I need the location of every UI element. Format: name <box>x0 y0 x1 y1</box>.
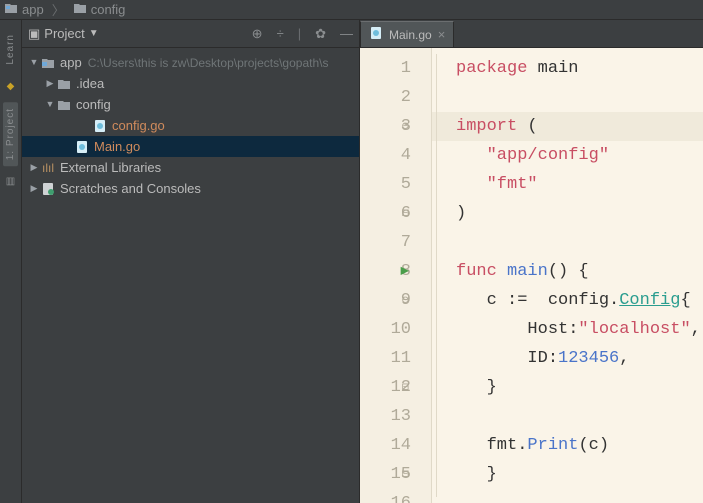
expand-arrow-icon[interactable] <box>28 183 40 194</box>
tree-node-label: .idea <box>76 76 104 91</box>
line-number: 1 <box>360 54 411 83</box>
tree-node-main-go[interactable]: Main.go <box>22 136 359 157</box>
tree-node-idea[interactable]: .idea <box>22 73 359 94</box>
tool-project[interactable]: 1: Project <box>3 102 18 166</box>
tool-learn-icon[interactable]: ◆ <box>7 81 15 92</box>
tool-strip: Learn ◆ 1: Project ▥ <box>0 20 22 503</box>
line-number: 8▶ <box>360 257 411 286</box>
line-number: 2 <box>360 83 411 112</box>
expand-arrow-icon[interactable] <box>28 162 40 173</box>
go-file-icon <box>74 139 90 155</box>
project-icon: ▣ <box>28 26 40 42</box>
fold-end-icon[interactable]: ⊟ <box>402 460 409 489</box>
tool-learn[interactable]: Learn <box>5 28 16 71</box>
close-icon[interactable]: × <box>438 27 446 42</box>
line-number: 16 <box>360 489 411 503</box>
run-icon[interactable]: ▶ <box>401 257 409 286</box>
fold-icon[interactable]: ⊖ <box>402 112 409 141</box>
gear-icon[interactable]: ✿ <box>315 26 326 42</box>
tree-node-label: Main.go <box>94 139 140 154</box>
tree-node-config-go[interactable]: config.go <box>22 115 359 136</box>
breadcrumb-item[interactable]: app <box>22 2 44 17</box>
breadcrumb-item[interactable]: config <box>91 2 126 17</box>
editor-area: Main.go × 1 2 3⊖ 4 5 6⊟ 7 8▶ 9⊖ 10 11 12… <box>360 20 703 503</box>
line-number: 4 <box>360 141 411 170</box>
tree-node-label: config <box>76 97 111 112</box>
module-icon <box>40 55 56 71</box>
scratches-icon <box>40 181 56 197</box>
line-number: 9⊖ <box>360 286 411 315</box>
tree-node-label: config.go <box>112 118 165 133</box>
tree-node-path: C:\Users\this is zw\Desktop\projects\gop… <box>88 56 329 70</box>
tree-external-libraries[interactable]: ılıl External Libraries <box>22 157 359 178</box>
project-panel-title[interactable]: Project <box>44 26 84 41</box>
tree-node-label: Scratches and Consoles <box>60 181 201 196</box>
module-icon <box>4 2 18 17</box>
chevron-down-icon[interactable]: ▼ <box>89 28 99 39</box>
tree-node-label: app <box>60 55 82 70</box>
library-icon: ılıl <box>40 160 56 176</box>
collapse-icon[interactable]: ÷ <box>277 26 284 41</box>
project-panel: ▣ Project ▼ ⊕ ÷ | ✿ — app C:\Users\this … <box>22 20 360 503</box>
line-number: 14 <box>360 431 411 460</box>
editor-tab-label: Main.go <box>389 28 432 42</box>
code-body[interactable]: package main import ( "app/config" "fmt"… <box>432 48 703 503</box>
expand-arrow-icon[interactable] <box>44 99 56 110</box>
tool-structure-icon[interactable]: ▥ <box>6 176 15 187</box>
project-tree: app C:\Users\this is zw\Desktop\projects… <box>22 48 359 203</box>
breadcrumb-separator: 〉 <box>52 0 65 19</box>
hide-icon[interactable]: — <box>340 26 353 41</box>
editor-tab[interactable]: Main.go × <box>360 21 454 47</box>
line-number: 5 <box>360 170 411 199</box>
line-number: 13 <box>360 402 411 431</box>
line-number: 6⊟ <box>360 199 411 228</box>
go-file-icon <box>369 26 383 43</box>
line-number: 7 <box>360 228 411 257</box>
folder-icon <box>73 2 87 17</box>
gutter: 1 2 3⊖ 4 5 6⊟ 7 8▶ 9⊖ 10 11 12⊟ 13 14 15… <box>360 48 432 503</box>
project-panel-header: ▣ Project ▼ ⊕ ÷ | ✿ — <box>22 20 359 48</box>
expand-arrow-icon[interactable] <box>44 78 56 89</box>
breadcrumb: app 〉 config <box>0 0 703 20</box>
go-file-icon <box>92 118 108 134</box>
code-editor[interactable]: 1 2 3⊖ 4 5 6⊟ 7 8▶ 9⊖ 10 11 12⊟ 13 14 15… <box>360 48 703 503</box>
line-number: 15⊟ <box>360 460 411 489</box>
line-number: 11 <box>360 344 411 373</box>
fold-icon[interactable]: ⊖ <box>402 286 409 315</box>
fold-end-icon[interactable]: ⊟ <box>402 373 409 402</box>
tree-node-label: External Libraries <box>60 160 161 175</box>
folder-icon <box>56 97 72 113</box>
tree-scratches[interactable]: Scratches and Consoles <box>22 178 359 199</box>
tree-root[interactable]: app C:\Users\this is zw\Desktop\projects… <box>22 52 359 73</box>
line-number: 12⊟ <box>360 373 411 402</box>
locate-icon[interactable]: ⊕ <box>252 26 263 42</box>
folder-icon <box>56 76 72 92</box>
editor-tab-bar: Main.go × <box>360 20 703 48</box>
tree-node-config[interactable]: config <box>22 94 359 115</box>
fold-end-icon[interactable]: ⊟ <box>402 199 409 228</box>
expand-arrow-icon[interactable] <box>28 57 40 68</box>
line-number: 10 <box>360 315 411 344</box>
line-number: 3⊖ <box>360 112 411 141</box>
